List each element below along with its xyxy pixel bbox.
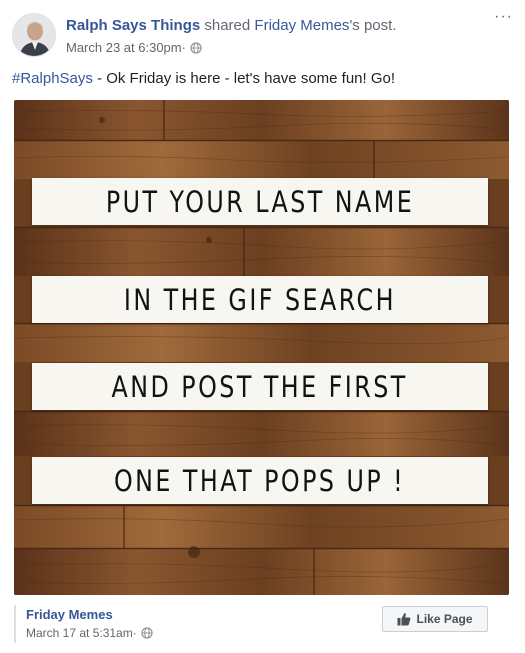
author-name-link[interactable]: Ralph Says Things: [66, 17, 200, 34]
shared-divider: [14, 605, 16, 643]
post-text: #RalphSays - Ok Friday is here - let's h…: [12, 70, 395, 87]
original-timestamp[interactable]: March 17 at 5:31am: [26, 626, 133, 640]
original-page-link[interactable]: Friday Memes: [26, 607, 113, 622]
avatar-image: [13, 14, 55, 56]
meme-line-3: AND POST THE FIRST: [32, 363, 488, 410]
post-body: - Ok Friday is here - let's have some fu…: [92, 70, 396, 87]
meme-line-4: ONE THAT POPS UP !: [32, 457, 488, 504]
meme-line-2: IN THE GIF SEARCH: [32, 276, 488, 323]
shared-action-text: shared: [200, 17, 255, 34]
meta-separator: ·: [181, 40, 186, 55]
shared-suffix-text: 's post.: [349, 17, 397, 34]
post-timestamp[interactable]: March 23 at 6:30pm: [66, 40, 182, 55]
meme-line-1-text: PUT YOUR LAST NAME: [105, 184, 415, 219]
shared-page-link[interactable]: Friday Memes: [254, 17, 349, 34]
post-card: Ralph Says Things shared Friday Memes's …: [0, 0, 525, 653]
post-header: Ralph Says Things shared Friday Memes's …: [66, 17, 397, 34]
like-page-label: Like Page: [416, 612, 473, 626]
meme-line-3-text: AND POST THE FIRST: [111, 369, 409, 404]
thumbs-up-icon: [397, 613, 411, 626]
original-post-meta: March 17 at 5:31am ·: [26, 626, 153, 640]
post-meta: March 23 at 6:30pm ·: [66, 40, 202, 55]
globe-icon: [190, 41, 202, 54]
globe-icon: [141, 627, 153, 639]
like-page-button[interactable]: Like Page: [382, 606, 488, 632]
more-options-icon[interactable]: ···: [494, 9, 513, 25]
wood-background: [14, 100, 509, 595]
hashtag-link[interactable]: #RalphSays: [12, 70, 93, 87]
meme-image[interactable]: PUT YOUR LAST NAME IN THE GIF SEARCH AND…: [14, 100, 509, 595]
meme-line-4-text: ONE THAT POPS UP !: [114, 463, 406, 498]
original-meta-separator: ·: [132, 626, 137, 640]
meme-line-2-text: IN THE GIF SEARCH: [123, 282, 397, 317]
meme-line-1: PUT YOUR LAST NAME: [32, 178, 488, 225]
author-avatar[interactable]: [12, 13, 56, 57]
